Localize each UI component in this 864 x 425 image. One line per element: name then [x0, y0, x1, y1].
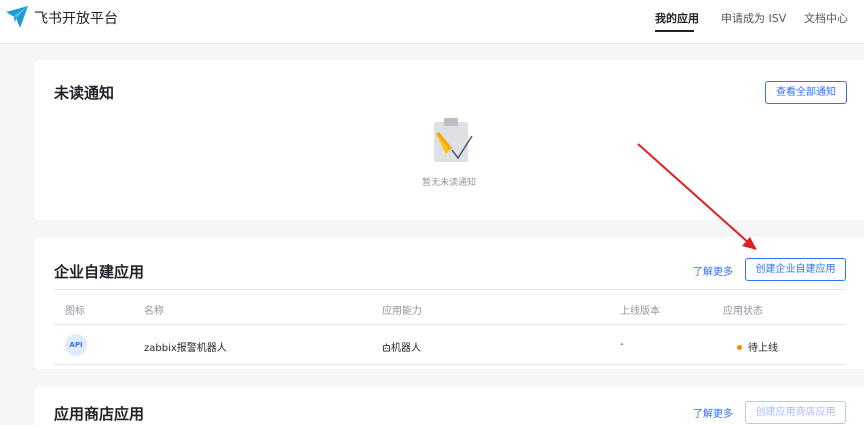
column-header-name: 名称 — [144, 306, 164, 317]
view-all-notifications-button[interactable]: 查看全部通知 — [765, 81, 847, 104]
column-header-status: 应用状态 — [723, 306, 763, 317]
create-custom-app-button[interactable]: 创建企业自建应用 — [745, 258, 846, 281]
custom-apps-learn-more-link[interactable]: 了解更多 — [693, 263, 733, 278]
nav-active-indicator — [655, 30, 694, 32]
nav-docs-center[interactable]: 文档中心 — [804, 10, 848, 26]
app-capability: 机器人 — [382, 339, 421, 354]
nav-my-apps[interactable]: 我的应用 — [655, 10, 699, 26]
feishu-logo-icon[interactable] — [4, 4, 30, 30]
table-row[interactable]: API zabbix报警机器人 机器人 - 待上线 — [54, 325, 846, 365]
brand-title[interactable]: 飞书开放平台 — [34, 8, 118, 28]
app-status-label: 待上线 — [748, 343, 778, 354]
robot-icon — [382, 343, 391, 352]
apps-table-header: 图标 名称 应用能力 上线版本 应用状态 — [54, 289, 846, 325]
app-name[interactable]: zabbix报警机器人 — [144, 339, 227, 354]
app-api-icon: API — [65, 334, 87, 356]
create-store-app-button[interactable]: 创建应用商店应用 — [745, 401, 846, 424]
notifications-title: 未读通知 — [54, 84, 115, 102]
app-status: 待上线 — [737, 339, 778, 354]
notifications-card: 未读通知 查看全部通知 暂无未读通知 — [34, 60, 864, 220]
store-apps-card: 应用商店应用 了解更多 创建应用商店应用 — [34, 386, 864, 425]
column-header-version: 上线版本 — [620, 306, 660, 317]
empty-clipboard-icon — [434, 118, 473, 162]
store-apps-learn-more-link[interactable]: 了解更多 — [693, 405, 733, 420]
app-version: - — [620, 339, 624, 350]
column-header-icon: 图标 — [65, 306, 85, 317]
store-apps-title: 应用商店应用 — [54, 405, 145, 423]
empty-notifications-text: 暂无未读通知 — [421, 178, 476, 188]
custom-apps-card: 企业自建应用 了解更多 创建企业自建应用 图标 名称 应用能力 上线版本 应用状… — [34, 237, 864, 369]
column-header-capability: 应用能力 — [382, 306, 422, 317]
app-capability-label: 机器人 — [391, 343, 421, 354]
custom-apps-title: 企业自建应用 — [54, 263, 145, 281]
status-dot-icon — [737, 345, 742, 350]
top-bar: 飞书开放平台 我的应用 申请成为 ISV 文档中心 — [0, 0, 864, 44]
nav-become-isv[interactable]: 申请成为 ISV — [721, 10, 786, 26]
